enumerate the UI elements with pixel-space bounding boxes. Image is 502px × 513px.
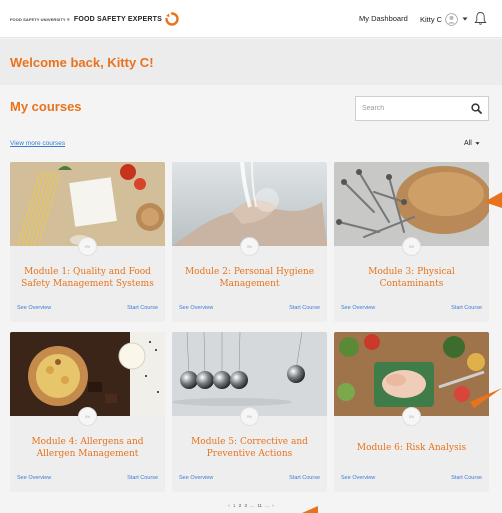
course-image-screws-bread (334, 162, 489, 246)
search-input[interactable] (362, 101, 462, 116)
pagination-page[interactable]: 3 (245, 503, 248, 508)
course-title[interactable]: Module 4: Allergens and Allergen Managem… (16, 436, 159, 460)
notification-bell-icon[interactable] (474, 11, 487, 26)
course-card[interactable]: 0% Module 3: Physical Contaminants See O… (334, 162, 489, 322)
course-title[interactable]: Module 6: Risk Analysis (340, 442, 483, 454)
welcome-title: Welcome back, Kitty C! (10, 55, 154, 70)
see-overview-link[interactable]: See Overview (179, 305, 213, 311)
progress-badge: 0% (402, 407, 421, 426)
chevron-down-icon (462, 17, 468, 21)
start-course-link[interactable]: Start Course (451, 305, 482, 311)
progress-badge: 0% (402, 237, 421, 256)
brand-name: FOOD SAFETY EXPERTS (73, 15, 162, 23)
see-overview-link[interactable]: See Overview (341, 475, 375, 481)
course-image-allergens (10, 332, 165, 416)
pagination-page[interactable]: 2 (239, 503, 242, 508)
user-name: Kitty C (420, 14, 443, 24)
start-course-link[interactable]: Start Course (127, 305, 158, 311)
pagination-prev[interactable]: ‹ (228, 503, 230, 508)
progress-badge: 0% (240, 407, 259, 426)
start-course-link[interactable]: Start Course (451, 475, 482, 481)
see-overview-link[interactable]: See Overview (17, 475, 51, 481)
pagination-page[interactable]: 1 (233, 503, 236, 508)
filter-selected-value: All (464, 140, 472, 147)
progress-badge: 0% (240, 237, 259, 256)
brand-logo[interactable]: FOOD SAFETY UNIVERSITY ® FOOD SAFETY EXP… (10, 11, 179, 27)
see-overview-link[interactable]: See Overview (17, 305, 51, 311)
progress-badge: 0% (78, 237, 97, 256)
course-image-handwash (172, 162, 327, 246)
course-card[interactable]: 0% Module 1: Quality and Food Safety Man… (10, 162, 165, 322)
top-bar: FOOD SAFETY UNIVERSITY ® FOOD SAFETY EXP… (0, 0, 502, 38)
course-card[interactable]: 0% Module 5: Corrective and Preventive A… (172, 332, 327, 492)
course-title[interactable]: Module 2: Personal Hygiene Management (178, 266, 321, 290)
chevron-down-icon (475, 142, 480, 145)
pagination-ellipsis: ... (250, 503, 255, 508)
view-more-courses-link[interactable]: View more courses (10, 140, 65, 147)
course-image-pasta (10, 162, 165, 246)
see-overview-link[interactable]: See Overview (179, 475, 213, 481)
start-course-link[interactable]: Start Course (127, 475, 158, 481)
course-card[interactable]: 0% Module 4: Allergens and Allergen Mana… (10, 332, 165, 492)
arrow-decoration-icon (484, 192, 502, 208)
brand-university: FOOD SAFETY UNIVERSITY ® (10, 16, 70, 22)
my-courses-title: My courses (10, 99, 82, 114)
course-title[interactable]: Module 3: Physical Contaminants (340, 266, 483, 290)
start-course-link[interactable]: Start Course (289, 305, 320, 311)
brand-swirl-icon (165, 12, 179, 26)
see-overview-link[interactable]: See Overview (341, 305, 375, 311)
pagination-ellipsis: ... (265, 503, 270, 508)
course-card[interactable]: 0% Module 2: Personal Hygiene Management… (172, 162, 327, 322)
user-menu[interactable]: Kitty C (420, 12, 468, 26)
pagination-page[interactable]: 11 (257, 503, 262, 508)
course-title[interactable]: Module 1: Quality and Food Safety Manage… (16, 266, 159, 290)
course-title[interactable]: Module 5: Corrective and Preventive Acti… (178, 436, 321, 460)
search-box (355, 96, 489, 121)
progress-badge: 0% (78, 407, 97, 426)
my-dashboard-link[interactable]: My Dashboard (359, 14, 408, 23)
search-icon[interactable] (471, 103, 482, 114)
pagination-next[interactable]: › (272, 503, 274, 508)
pagination: ‹ 1 2 3 ... 11 ... › (0, 503, 502, 508)
course-image-newtons-cradle (172, 332, 327, 416)
arrow-decoration-icon (470, 388, 502, 408)
course-filter-dropdown[interactable]: All (464, 140, 480, 147)
course-card[interactable]: 0% Module 6: Risk Analysis See Overview … (334, 332, 489, 492)
start-course-link[interactable]: Start Course (289, 475, 320, 481)
avatar-icon (445, 12, 458, 26)
